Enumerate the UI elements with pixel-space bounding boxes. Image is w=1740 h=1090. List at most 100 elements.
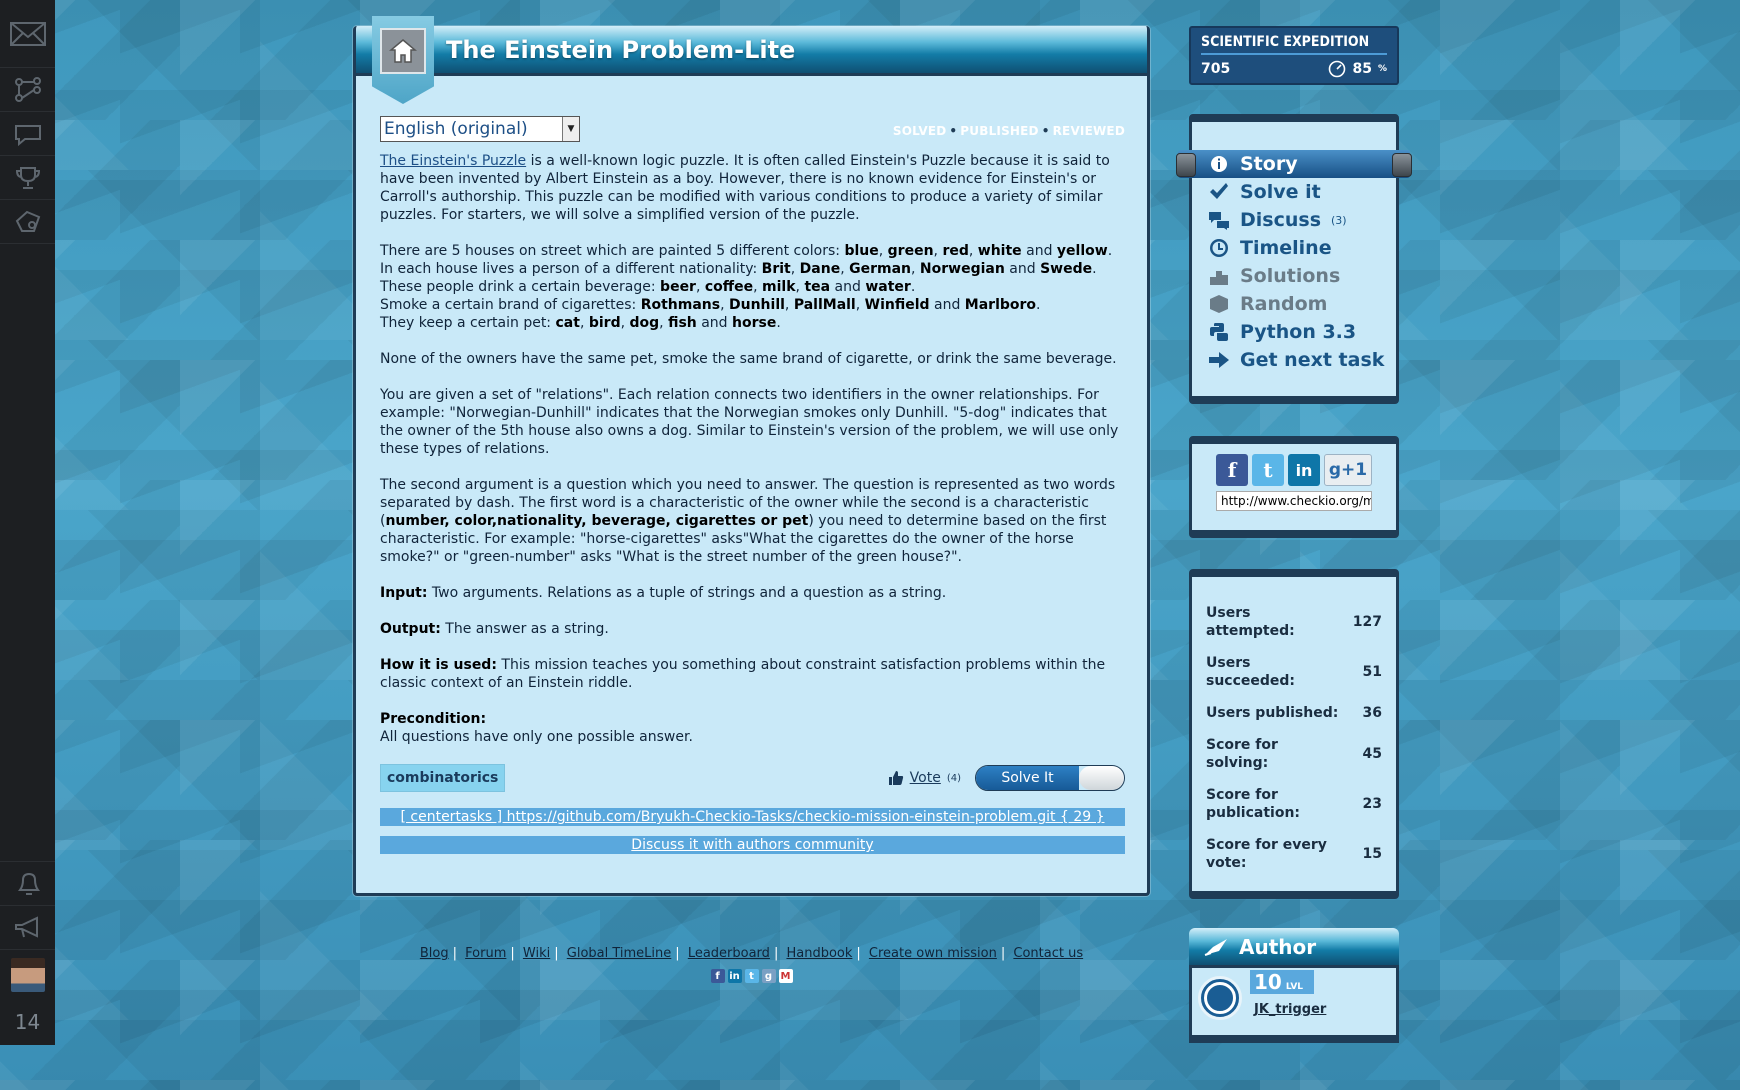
footer-link-contact[interactable]: Contact us xyxy=(1013,946,1083,961)
repo-bar: [ centertasks ] https://github.com/Bryuk… xyxy=(380,808,1125,826)
chevron-down-icon: ▼ xyxy=(562,117,579,141)
avatar[interactable] xyxy=(10,957,45,992)
story-relations: You are given a set of "relations". Each… xyxy=(380,387,1119,457)
tag-combinatorics[interactable]: combinatorics xyxy=(380,764,506,792)
author-panel: Author 10 LVL JK_trigger xyxy=(1189,928,1399,1058)
footer-link-blog[interactable]: Blog xyxy=(420,946,449,961)
stat-label: Score for solving: xyxy=(1206,737,1278,771)
einstein-puzzle-link[interactable]: The Einstein's Puzzle xyxy=(380,153,526,169)
gauge-icon xyxy=(1329,60,1346,78)
expedition-divider xyxy=(1201,53,1387,55)
story-input: Input: Two arguments. Relations as a tup… xyxy=(380,585,947,601)
gplus-icon[interactable]: g+1 xyxy=(1324,454,1372,486)
facebook-icon[interactable]: f xyxy=(1216,454,1248,486)
arrow-right-icon xyxy=(1208,349,1230,371)
footer-link-leaderboard[interactable]: Leaderboard xyxy=(688,946,770,961)
notification-count[interactable]: 14 xyxy=(0,999,55,1045)
mission-header: The Einstein Problem-Lite xyxy=(356,16,1147,104)
author-header: Author xyxy=(1189,928,1399,968)
home-icon xyxy=(380,28,426,74)
status-flags: SOLVED • PUBLISHED • REVIEWED xyxy=(892,124,1125,138)
story-question: The second argument is a question which … xyxy=(380,477,1116,565)
quill-icon xyxy=(1204,938,1227,956)
story-how-used: How it is used: This mission teaches you… xyxy=(380,657,1106,691)
footer: Blog | Forum | Wiki | Global TimeLine | Lead… xyxy=(353,946,1150,983)
stat-row: Users attempted: 127 xyxy=(1206,597,1382,647)
stat-row: Score for publication: 23 xyxy=(1206,779,1382,829)
nav-timeline[interactable]: Timeline xyxy=(1192,234,1396,262)
rail-bottom: 14 xyxy=(0,861,55,1045)
google-icon[interactable]: g xyxy=(761,969,776,983)
footer-link-create-mission[interactable]: Create own mission xyxy=(869,946,997,961)
tag-icon[interactable] xyxy=(0,200,55,244)
nav-solutions[interactable]: Solutions xyxy=(1192,262,1396,290)
footer-link-handbook[interactable]: Handbook xyxy=(786,946,852,961)
status-reviewed: REVIEWED xyxy=(1052,124,1125,138)
story-output: Output: The answer as a string. xyxy=(380,621,609,637)
solve-it-label: Solve It xyxy=(976,766,1079,790)
megaphone-icon[interactable] xyxy=(0,905,55,949)
share-url-input[interactable]: http://www.checkio.org/mission/einstein-… xyxy=(1216,491,1372,511)
facebook-icon[interactable]: f xyxy=(710,969,725,983)
story-precondition: Precondition: All questions have only one… xyxy=(380,711,693,745)
user-avatar[interactable] xyxy=(0,949,55,999)
toggle-knob xyxy=(1079,766,1124,790)
trophy-icon[interactable] xyxy=(0,156,55,200)
footer-link-forum[interactable]: Forum xyxy=(465,946,506,961)
chat-icon[interactable] xyxy=(0,112,55,156)
bell-icon[interactable] xyxy=(0,861,55,905)
home-button[interactable] xyxy=(372,16,434,104)
status-solved: SOLVED xyxy=(892,124,947,138)
discuss-bar: Discuss it with authors community xyxy=(380,836,1125,854)
stat-value: 36 xyxy=(1362,705,1382,721)
author-name-link[interactable]: JK_trigger xyxy=(1254,1002,1326,1017)
linkedin-icon[interactable]: in xyxy=(727,969,742,983)
expedition-progress[interactable]: SCIENTIFIC EXPEDITION 705 85% xyxy=(1189,26,1399,85)
stat-row: Score for solving: 45 xyxy=(1206,729,1382,779)
email-icon[interactable]: M xyxy=(778,969,793,983)
status-published: PUBLISHED xyxy=(960,124,1039,138)
author-level-badge xyxy=(1198,976,1242,1020)
footer-links: Blog | Forum | Wiki | Global TimeLine | Lead… xyxy=(419,946,1084,961)
footer-link-timeline[interactable]: Global TimeLine xyxy=(567,946,672,961)
mission-story: The Einstein's Puzzle is a well-known lo… xyxy=(380,152,1125,746)
language-selected: English (original) xyxy=(384,119,528,139)
stat-row: Users succeeded: 51 xyxy=(1206,647,1382,697)
check-icon xyxy=(1208,181,1230,203)
stat-value: 45 xyxy=(1362,746,1382,762)
nav-discuss[interactable]: Discuss (3) xyxy=(1192,206,1396,234)
clock-icon xyxy=(1208,237,1230,259)
vote-link[interactable]: Vote xyxy=(910,770,941,786)
mission-nav: Story Solve it Discuss (3) Timeline Solut… xyxy=(1176,114,1412,404)
nav-story[interactable]: Story xyxy=(1176,150,1412,178)
vote-count: (4) xyxy=(946,772,961,784)
vote-control[interactable]: Vote (4) xyxy=(888,770,961,786)
nav-next-task[interactable]: Get next task xyxy=(1192,346,1396,374)
author-title: Author xyxy=(1239,934,1317,959)
nav-random[interactable]: Random xyxy=(1192,290,1396,318)
mail-logo-icon[interactable] xyxy=(0,0,55,68)
stat-label: Users succeeded: xyxy=(1206,655,1296,689)
stat-value: 51 xyxy=(1362,664,1382,680)
nav-solve-it[interactable]: Solve it xyxy=(1192,178,1396,206)
twitter-icon[interactable]: t xyxy=(1252,454,1284,486)
stat-label: Score for every vote: xyxy=(1206,837,1327,871)
language-select[interactable]: English (original) ▼ xyxy=(380,116,580,142)
stat-value: 15 xyxy=(1362,846,1382,862)
expedition-percent: 85 xyxy=(1352,61,1372,77)
twitter-icon[interactable]: t xyxy=(744,969,759,983)
tree-icon[interactable] xyxy=(0,68,55,112)
linkedin-icon[interactable]: in xyxy=(1288,454,1320,486)
story-attributes: There are 5 houses on street which are p… xyxy=(380,243,1113,331)
expedition-score: 705 xyxy=(1201,61,1231,77)
solve-it-button[interactable]: Solve It xyxy=(975,765,1125,791)
discuss-community-link[interactable]: Discuss it with authors community xyxy=(631,837,873,853)
footer-link-wiki[interactable]: Wiki xyxy=(523,946,550,961)
nav-python-version[interactable]: Python 3.3 xyxy=(1192,318,1396,346)
repo-link[interactable]: [ centertasks ] https://github.com/Bryuk… xyxy=(400,809,1104,825)
discuss-count: (3) xyxy=(1331,213,1347,227)
python-icon xyxy=(1208,321,1230,343)
stat-label: Users attempted: xyxy=(1206,605,1295,639)
mission-stats: Users attempted: 127 Users succeeded: 51… xyxy=(1189,569,1399,899)
thumbs-up-icon xyxy=(888,771,903,785)
